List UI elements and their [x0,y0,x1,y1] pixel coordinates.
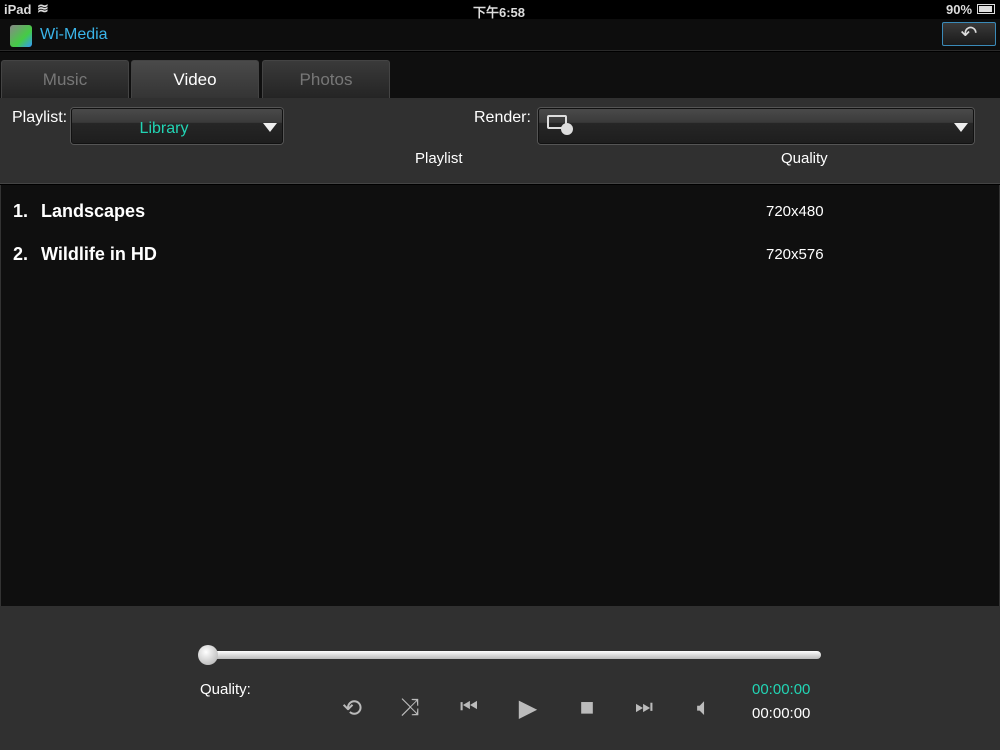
tab-video[interactable]: Video [131,60,259,100]
tab-photos[interactable]: Photos [262,60,390,100]
back-button[interactable]: ↶ [942,22,996,46]
play-icon[interactable]: ▶ [508,694,548,723]
shuffle-icon[interactable]: ⤨ [390,694,430,722]
device-name: iPad [4,2,32,17]
chevron-down-icon [954,123,968,132]
playlist-label: Playlist: [12,109,68,126]
next-icon[interactable]: ⏭ [624,696,664,719]
item-index: 2. [13,244,29,264]
previous-icon[interactable]: ⏮ [449,696,489,719]
slider-thumb[interactable] [198,645,218,665]
list-item[interactable]: 1. Landscapes 720x480 [13,201,993,231]
repeat-icon[interactable]: ⟲ [332,694,372,723]
render-label: Render: [474,109,531,126]
list-item[interactable]: 2. Wildlife in HD 720x576 [13,244,993,274]
item-quality: 720x576 [766,246,824,263]
status-bar: iPad ≋ 下午6:58 90% [0,0,1000,20]
tab-bar: Music Video Photos [0,52,1000,100]
elapsed-time: 00:00:00 [752,681,811,698]
tab-music[interactable]: Music [1,60,129,100]
item-title: Wildlife in HD [41,244,157,264]
item-title: Landscapes [41,201,146,221]
stop-icon[interactable]: ■ [567,694,607,722]
battery-percent: 90% [946,2,973,17]
undo-arrow-icon: ↶ [960,23,978,45]
item-index: 1. [13,201,29,221]
playlist-list: 1. Landscapes 720x480 2. Wildlife in HD … [0,185,1000,606]
player-bar: Quality: ⟲ ⤨ ⏮ ▶ ■ ⏭ 🔈︎ 00:00:00 00:00:0… [0,606,1000,750]
battery-icon [977,4,995,14]
volume-icon[interactable]: 🔈︎ [684,694,724,722]
wifi-icon: ≋ [37,0,49,16]
monitor-play-icon [547,115,573,135]
app-title: Wi-Media [40,26,108,43]
controls-panel: Playlist: Library Render: Playlist Quali… [0,98,1000,184]
total-time: 00:00:00 [752,705,811,722]
column-header-quality: Quality [781,150,828,167]
playlist-value: Library [139,120,189,137]
app-logo-icon [10,25,32,47]
item-quality: 720x480 [766,203,824,220]
chevron-down-icon [263,123,277,132]
progress-slider[interactable] [203,651,821,659]
app-header: Wi-Media ↶ [0,19,1000,51]
render-dropdown[interactable] [538,108,974,144]
quality-label: Quality: [200,681,251,698]
column-header-playlist: Playlist [415,150,463,167]
playlist-dropdown[interactable]: Library [71,108,283,144]
